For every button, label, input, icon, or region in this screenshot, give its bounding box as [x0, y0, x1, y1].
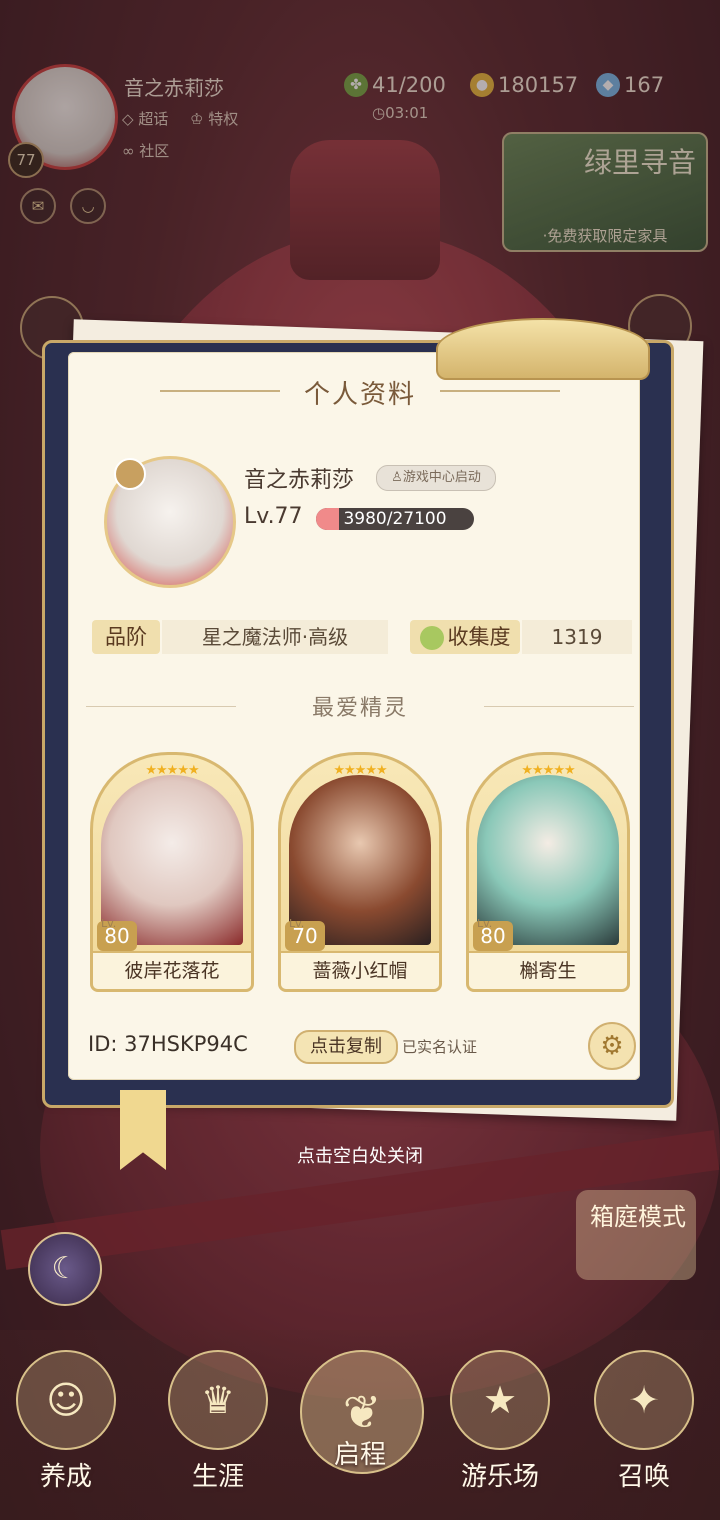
favorite-name-3: 槲寄生: [469, 951, 627, 989]
collection-label: 收集度: [410, 620, 520, 654]
crown-icon: ♛: [168, 1350, 268, 1450]
panel-title: 个人资料: [303, 380, 416, 410]
favorite-card-3[interactable]: ★★★★★ Lv. 80 槲寄生: [466, 752, 630, 992]
gear-icon: ⚙: [600, 1031, 624, 1061]
panel-crest-ornament: [436, 318, 650, 380]
favorite-name-1: 彼岸花落花: [93, 951, 251, 989]
card-icon: ✦: [594, 1350, 694, 1450]
nav-start[interactable]: ❦ 启程: [300, 1350, 424, 1510]
tent-icon: ★: [450, 1350, 550, 1450]
character-icon: ☺: [16, 1350, 116, 1450]
xp-text: 3980/27100: [343, 509, 447, 529]
star-rating: ★★★★★: [521, 763, 575, 778]
favorite-level-3: Lv. 80: [473, 917, 513, 951]
favorite-card-1[interactable]: ★★★★★ Lv. 80 彼岸花落花: [90, 752, 254, 992]
moon-icon: ☾: [51, 1251, 79, 1286]
nav-career[interactable]: ♛ 生涯: [158, 1350, 278, 1510]
settings-button[interactable]: ⚙: [588, 1022, 636, 1070]
rank-value: 星之魔法师·高级: [162, 620, 388, 654]
star-rating: ★★★★★: [333, 763, 387, 778]
verified-status: 已实名认证: [402, 1038, 478, 1056]
favorite-card-2[interactable]: ★★★★★ Lv. 70 蔷薇小红帽: [278, 752, 442, 992]
copy-id-button[interactable]: 点击复制: [294, 1030, 398, 1064]
collection-value: 1319: [522, 620, 632, 654]
favorite-name-2: 蔷薇小红帽: [281, 951, 439, 989]
clover-badge-icon: [419, 626, 444, 650]
penguin-icon: ♙: [391, 470, 403, 485]
favorites-title: 最爱精灵: [311, 696, 408, 721]
nav-cultivate[interactable]: ☺ 养成: [6, 1350, 126, 1510]
favorite-art-1: [101, 775, 243, 945]
favorite-level-2: Lv. 70: [285, 917, 325, 951]
launch-tag: ♙游戏中心启动: [376, 465, 496, 491]
nav-summon[interactable]: ✦ 召唤: [584, 1350, 704, 1510]
star-rating: ★★★★★: [145, 763, 199, 778]
player-level: Lv.77: [244, 504, 303, 529]
favorite-art-2: [289, 775, 431, 945]
rank-label: 品阶: [92, 620, 160, 654]
moon-globe-button[interactable]: ☾: [28, 1232, 102, 1306]
close-hint: 点击空白处关闭: [297, 1146, 423, 1167]
xp-bar: 3980/27100: [316, 508, 474, 530]
nav-playground[interactable]: ★ 游乐场: [440, 1350, 560, 1510]
avatar-frame-icon: [114, 458, 146, 490]
garden-mode-label: 箱庭模式: [590, 1203, 686, 1231]
player-name: 音之赤莉莎: [244, 468, 355, 493]
favorite-art-3: [477, 775, 619, 945]
player-id: ID: 37HSKP94C: [88, 1032, 248, 1056]
favorite-level-1: Lv. 80: [97, 917, 137, 951]
